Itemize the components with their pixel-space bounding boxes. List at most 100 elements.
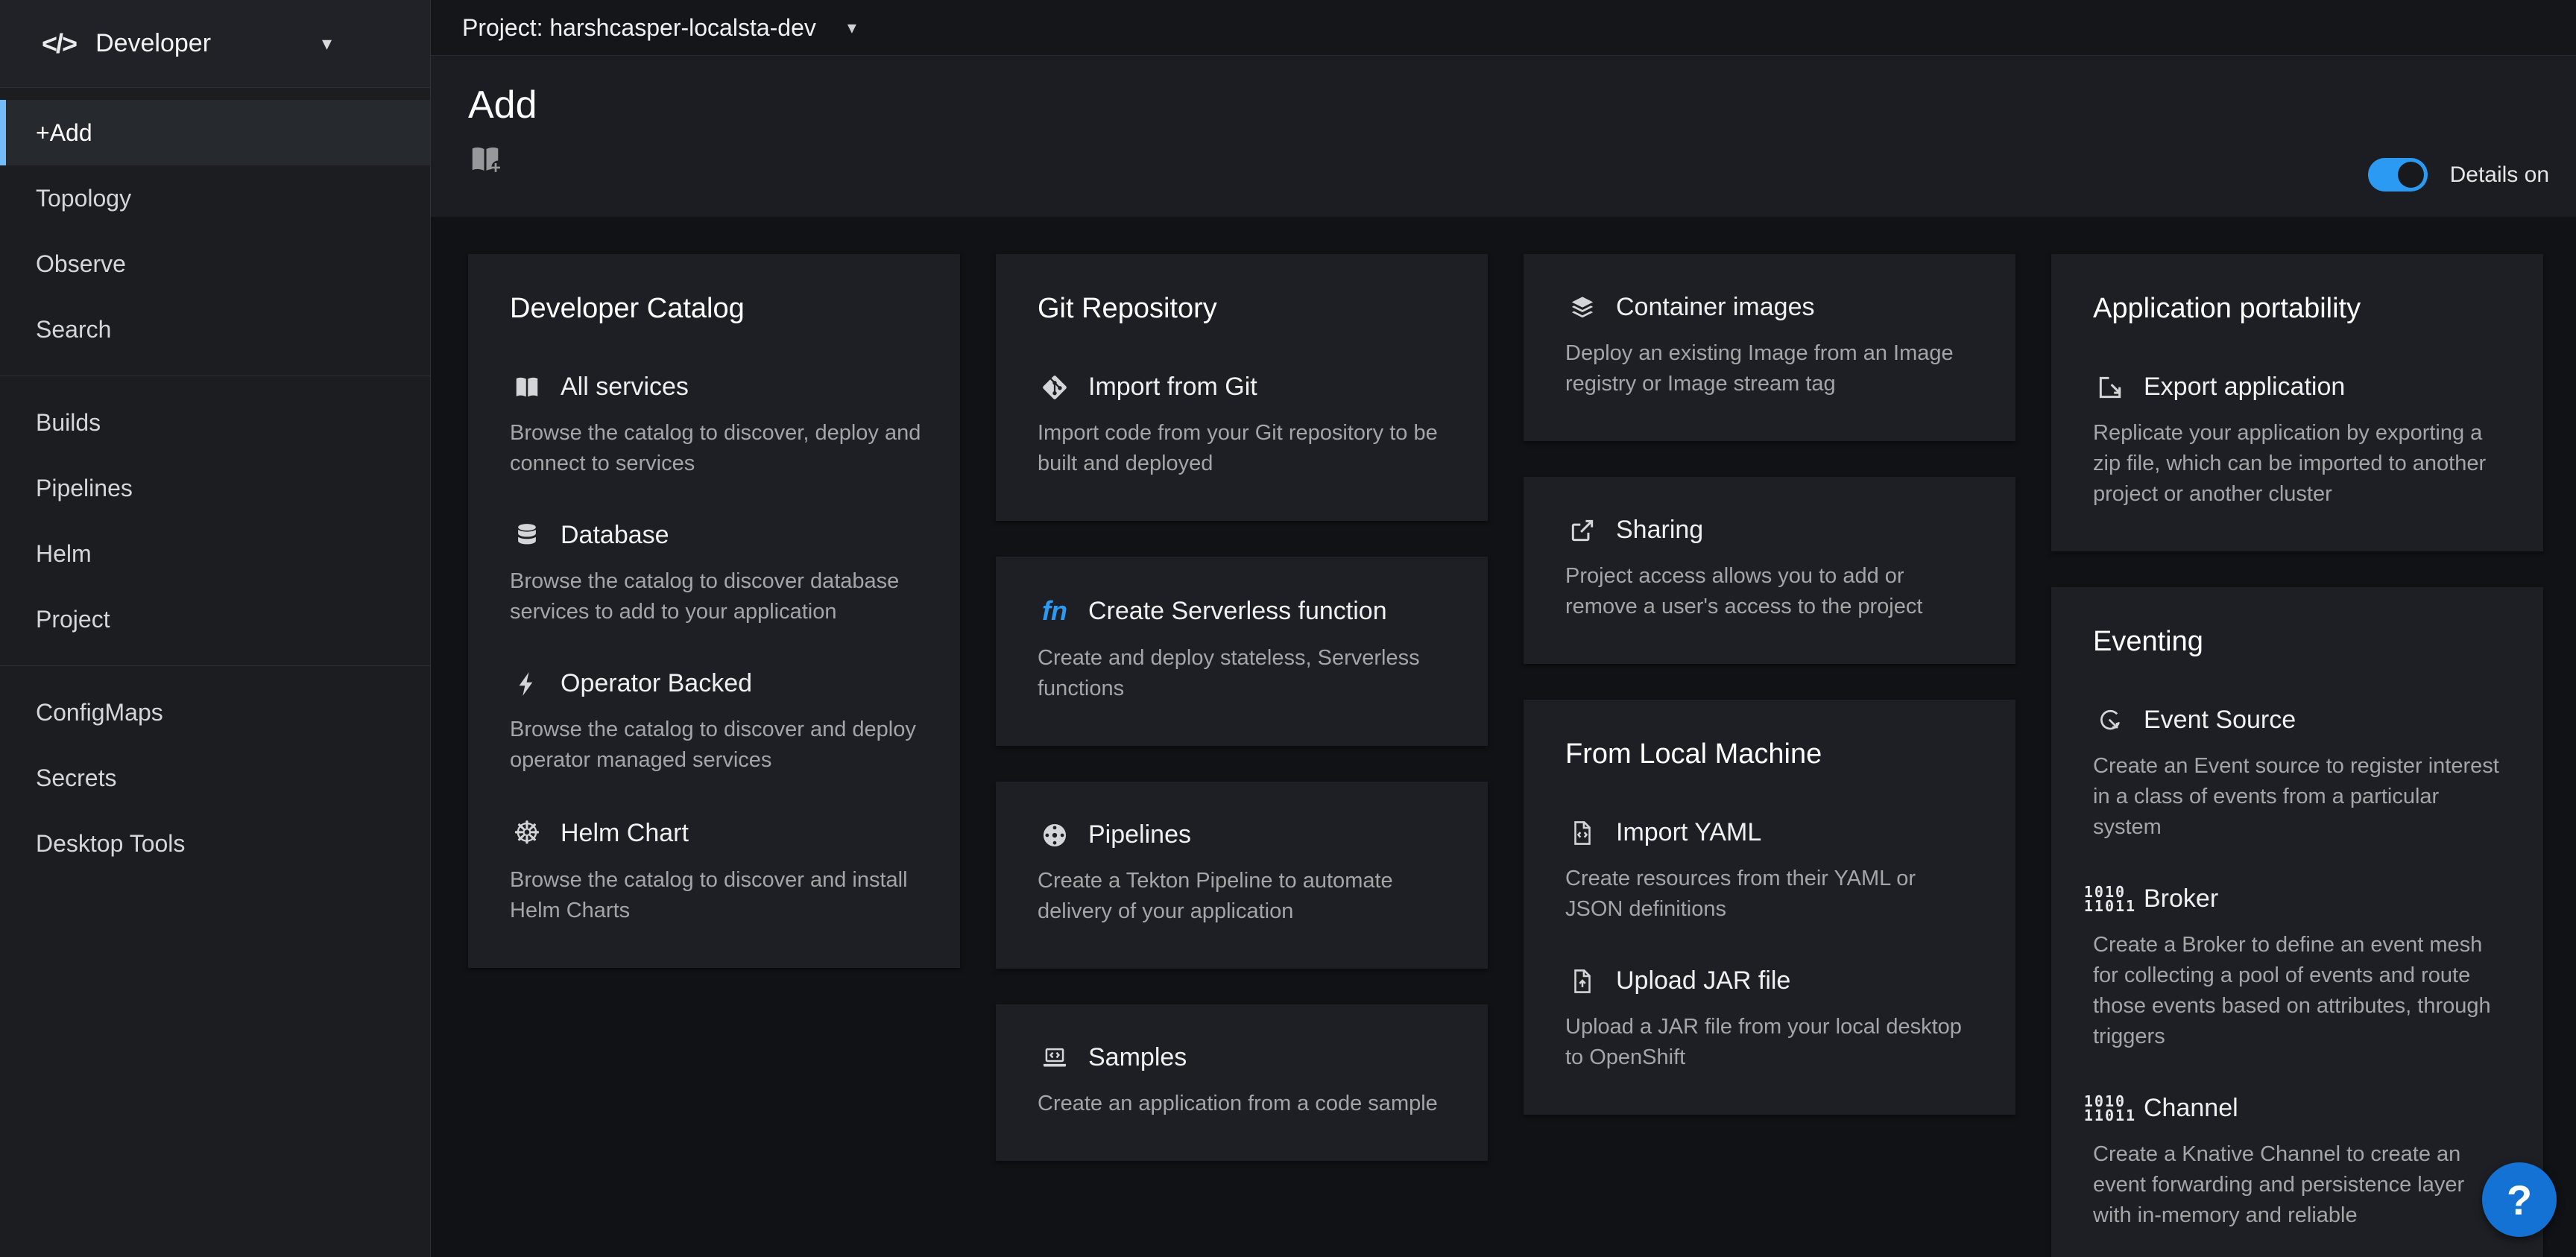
add-item-label: Import YAML	[1616, 818, 1761, 847]
card-from-local-machine: From Local Machine Import YAML Create reso…	[1524, 700, 2015, 1115]
card-eventing: EventingEvent SourceCreate an Event sour…	[2051, 587, 2543, 1257]
helm-icon: ☸	[510, 817, 544, 849]
add-item-container-images: Container imagesDeploy an existing Image…	[1565, 293, 1977, 399]
sidebar-item-secrets[interactable]: Secrets	[0, 745, 430, 811]
book-icon	[510, 373, 544, 402]
share-icon	[1565, 516, 1600, 545]
add-item-link-database[interactable]: Database	[510, 521, 921, 550]
add-item-create-serverless-function: fn Create Serverless function Create and d…	[1038, 595, 1449, 704]
sidebar-item-configmaps[interactable]: ConfigMaps	[0, 680, 430, 745]
sidebar-item-add[interactable]: +Add	[0, 100, 430, 165]
sidebar-item-project[interactable]: Project	[0, 586, 430, 652]
details-toggle-row: Details on	[2368, 158, 2549, 191]
add-item-description: Create a Knative Channel to create an ev…	[2093, 1139, 2504, 1231]
page-header: Add Details on	[431, 56, 2576, 217]
add-item-description: Create resources from their YAML or JSON…	[1565, 864, 1977, 925]
card-samples: SamplesCreate an application from a code…	[996, 1004, 1488, 1161]
sidebar-item-pipelines[interactable]: Pipelines	[0, 455, 430, 521]
fn-icon: fn	[1038, 595, 1072, 627]
add-item-link-export-application[interactable]: Export application	[2093, 373, 2504, 402]
card-container-images: Container imagesDeploy an existing Image…	[1524, 254, 2015, 441]
sidebar-nav: +AddTopologyObserveSearch BuildsPipelines…	[0, 88, 430, 876]
project-chevron-down-icon[interactable]: ▾	[847, 17, 856, 39]
broker-icon: 101011011	[2093, 885, 2127, 914]
channel-icon: 101011011	[2093, 1095, 2127, 1123]
add-item-export-application: Export applicationReplicate your applica…	[2093, 373, 2504, 510]
add-item-link-upload-jar-file[interactable]: Upload JAR file	[1565, 966, 1977, 995]
card-column-3: Container imagesDeploy an existing Image…	[1524, 254, 2015, 1115]
add-item-link-container-images[interactable]: Container images	[1565, 293, 1977, 322]
card-title-from-local-machine: From Local Machine	[1565, 738, 1977, 770]
add-item-description: Project access allows you to add or remo…	[1565, 561, 1977, 622]
add-item-label: Channel	[2144, 1094, 2238, 1123]
file-upload-icon	[1565, 967, 1600, 995]
add-item-label: Operator Backed	[561, 669, 752, 698]
add-item-all-services: All services Browse the catalog to discov…	[510, 373, 921, 479]
add-item-label: Import from Git	[1088, 373, 1257, 402]
add-item-description: Create and deploy stateless, Serverless …	[1038, 643, 1449, 704]
card-sharing: Sharing Project access allows you to add …	[1524, 477, 2015, 664]
add-page-content: Developer Catalog All services Browse the …	[431, 217, 2576, 1257]
add-item-description: Upload a JAR file from your local deskto…	[1565, 1012, 1977, 1073]
add-item-operator-backed: Operator BackedBrowse the catalog to dis…	[510, 669, 921, 776]
app-window: </> Developer ▾ +AddTopologyObserveSearc…	[0, 0, 2576, 1257]
add-item-label: Database	[561, 521, 669, 550]
add-item-label: Create Serverless function	[1088, 597, 1387, 626]
add-item-label: Broker	[2144, 884, 2218, 914]
project-selector[interactable]: Project: harshcasper-localsta-dev	[462, 14, 816, 42]
chevron-down-icon: ▾	[322, 32, 332, 55]
add-item-event-source: Event SourceCreate an Event source to re…	[2093, 706, 2504, 843]
code-logo-icon: </>	[42, 28, 76, 60]
sidebar-item-search[interactable]: Search	[0, 297, 430, 362]
add-item-description: Browse the catalog to discover, deploy a…	[510, 418, 921, 479]
add-item-label: Container images	[1616, 293, 1814, 322]
sidebar-item-helm[interactable]: Helm	[0, 521, 430, 586]
add-item-link-operator-backed[interactable]: Operator Backed	[510, 669, 921, 698]
add-item-link-import-from-git[interactable]: Import from Git	[1038, 373, 1449, 402]
help-button[interactable]: ?	[2482, 1162, 2557, 1237]
add-item-link-sharing[interactable]: Sharing	[1565, 516, 1977, 545]
card-column-4: Application portability Export applicatio…	[2051, 254, 2543, 1257]
add-item-broker: 101011011BrokerCreate a Broker to define…	[2093, 884, 2504, 1052]
sidebar-item-topology[interactable]: Topology	[0, 165, 430, 231]
bolt-icon	[510, 670, 544, 698]
add-item-description: Browse the catalog to discover database …	[510, 566, 921, 627]
export-icon	[2093, 373, 2127, 402]
card-title-git-repository: Git Repository	[1038, 293, 1449, 325]
card-title-developer-catalog: Developer Catalog	[510, 293, 921, 325]
add-item-label: Export application	[2144, 373, 2345, 402]
file-code-icon	[1565, 819, 1600, 847]
details-switch[interactable]	[2368, 158, 2428, 191]
add-item-channel: 101011011 Channel Create a Knative Channel…	[2093, 1094, 2504, 1231]
perspective-switcher[interactable]: </> Developer ▾	[0, 0, 430, 88]
add-item-link-pipelines[interactable]: Pipelines	[1038, 820, 1449, 849]
card-title-application-portability: Application portability	[2093, 293, 2504, 325]
add-item-link-all-services[interactable]: All services	[510, 373, 921, 402]
details-toggle-label: Details on	[2450, 162, 2549, 188]
sidebar-item-builds[interactable]: Builds	[0, 390, 430, 455]
add-item-link-event-source[interactable]: Event Source	[2093, 706, 2504, 735]
layers-icon	[1565, 294, 1600, 322]
sidebar: </> Developer ▾ +AddTopologyObserveSearc…	[0, 0, 431, 1257]
card-column-1: Developer Catalog All services Browse the …	[468, 254, 960, 968]
add-item-link-helm-chart[interactable]: ☸Helm Chart	[510, 817, 921, 849]
add-item-link-import-yaml[interactable]: Import YAML	[1565, 818, 1977, 847]
git-icon	[1038, 373, 1072, 402]
add-item-label: All services	[561, 373, 689, 402]
add-item-link-broker[interactable]: 101011011 Broker	[2093, 884, 2504, 914]
book-plus-icon[interactable]	[468, 142, 502, 180]
cards-grid: Developer Catalog All services Browse the …	[468, 254, 2543, 1257]
add-item-link-create-serverless-function[interactable]: fn Create Serverless function	[1038, 595, 1449, 627]
database-icon	[510, 522, 544, 550]
add-item-import-yaml: Import YAML Create resources from their Y…	[1565, 818, 1977, 925]
page-title: Add	[468, 83, 2549, 127]
switch-knob	[2398, 162, 2424, 188]
sidebar-item-observe[interactable]: Observe	[0, 231, 430, 297]
add-item-sharing: Sharing Project access allows you to add …	[1565, 516, 1977, 622]
sidebar-item-desktop-tools[interactable]: Desktop Tools	[0, 811, 430, 876]
add-item-link-channel[interactable]: 101011011 Channel	[2093, 1094, 2504, 1123]
add-item-link-samples[interactable]: Samples	[1038, 1043, 1449, 1072]
card-application-portability: Application portability Export applicatio…	[2051, 254, 2543, 551]
sidebar-divider	[0, 665, 430, 666]
add-item-database: Database Browse the catalog to discover d…	[510, 521, 921, 627]
